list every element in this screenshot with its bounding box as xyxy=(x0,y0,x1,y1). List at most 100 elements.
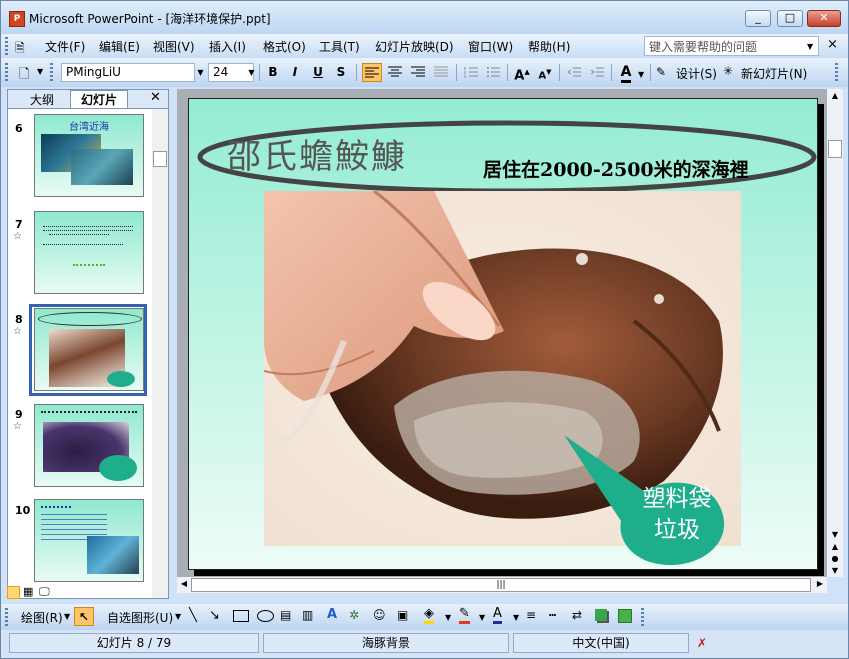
menu-tools[interactable]: 工具(T) xyxy=(319,38,360,55)
line-color-icon[interactable]: ✎ xyxy=(459,607,470,624)
minimize-button[interactable]: _ xyxy=(745,10,771,27)
wordart-icon[interactable]: A xyxy=(327,607,337,622)
slides-pane-scrollbar[interactable] xyxy=(152,109,168,598)
design-button[interactable]: 设计(S) xyxy=(676,65,717,82)
menu-file[interactable]: 文件(F) xyxy=(45,38,85,55)
font-name-dropdown-icon[interactable]: ▼ xyxy=(195,64,206,81)
spelling-status-icon[interactable]: ✗ xyxy=(697,636,707,650)
star-icon[interactable]: ☆ xyxy=(13,231,22,242)
toolbar-grip[interactable] xyxy=(50,63,53,82)
chevron-down-icon[interactable]: ▼ xyxy=(445,613,451,622)
bold-button[interactable]: B xyxy=(263,63,283,82)
toolbar-grip[interactable] xyxy=(835,63,838,82)
decrease-font-size-button[interactable]: A▼ xyxy=(535,63,555,82)
line-icon[interactable]: ╲ xyxy=(189,608,197,623)
new-slide-icon[interactable]: ✳ xyxy=(723,64,733,78)
clipart-icon[interactable]: ☺ xyxy=(373,608,386,622)
toolbar-grip[interactable] xyxy=(5,63,8,82)
tab-slides[interactable]: 幻灯片 xyxy=(70,90,128,108)
vertical-textbox-icon[interactable]: ▥ xyxy=(302,608,313,622)
powerpoint-app-icon[interactable]: P xyxy=(9,11,25,27)
rectangle-icon[interactable] xyxy=(233,610,249,622)
select-objects-button[interactable]: ↖ xyxy=(74,607,94,626)
slide-canvas[interactable]: 邵氏蟾鮟鱇 居住在2000-2500米的深海裡 塑料袋 垃圾 xyxy=(188,98,818,570)
chevron-down-icon[interactable]: ▼ xyxy=(64,612,70,621)
menu-view[interactable]: 视图(V) xyxy=(153,38,195,55)
textbox-icon[interactable]: ▤ xyxy=(280,608,291,622)
line-style-icon[interactable]: ≡ xyxy=(526,608,536,622)
slide-thumbnail-10[interactable] xyxy=(34,499,144,582)
shadow-button[interactable]: S xyxy=(331,63,351,82)
oval-icon[interactable] xyxy=(257,610,274,622)
close-pane-icon[interactable]: ✕ xyxy=(150,90,161,105)
slideshow-view-icon[interactable]: 🖵 xyxy=(39,585,50,599)
decrease-indent-button[interactable] xyxy=(564,63,584,82)
document-icon[interactable]: 🗎 xyxy=(15,39,25,60)
draw-menu-button[interactable]: 绘图(R) xyxy=(21,609,63,626)
font-color-button[interactable]: A xyxy=(616,63,636,83)
align-right-button[interactable] xyxy=(408,63,428,82)
help-search-input[interactable]: 键入需要帮助的问题 xyxy=(644,36,819,56)
scroll-navigation-icons[interactable]: ▼ ▲ ● ▼ xyxy=(827,529,843,577)
arrow-icon[interactable]: ↘ xyxy=(209,608,220,623)
menu-format[interactable]: 格式(O) xyxy=(263,38,306,55)
scrollbar-thumb[interactable] xyxy=(828,140,842,158)
chevron-down-icon[interactable]: ▼ xyxy=(638,70,644,79)
slide-thumbnail-8[interactable] xyxy=(34,308,144,391)
design-icon[interactable]: ✎ xyxy=(656,65,666,79)
menubar-grip[interactable] xyxy=(5,37,8,55)
arrow-style-icon[interactable]: ⇄ xyxy=(572,608,582,622)
menu-help[interactable]: 帮助(H) xyxy=(528,38,570,55)
slide-sorter-view-icon[interactable]: ▦ xyxy=(23,585,33,598)
scroll-left-icon[interactable]: ◀ xyxy=(177,579,191,588)
insert-picture-icon[interactable]: ▣ xyxy=(397,608,408,622)
increase-indent-button[interactable] xyxy=(587,63,607,82)
font-color-icon[interactable]: A xyxy=(493,607,502,624)
align-left-button[interactable] xyxy=(362,63,382,82)
menu-edit[interactable]: 编辑(E) xyxy=(99,38,140,55)
close-window-button[interactable]: ✕ xyxy=(807,10,841,27)
star-icon[interactable]: ☆ xyxy=(13,326,22,337)
slide-vertical-scrollbar[interactable]: ▲ ▼ ▲ ● ▼ xyxy=(827,89,843,577)
chevron-down-icon[interactable]: ▼ xyxy=(175,612,181,621)
scrollbar-thumb[interactable]: ||| xyxy=(191,578,811,592)
toolbar-grip[interactable] xyxy=(5,608,8,626)
menu-slideshow[interactable]: 幻灯片放映(D) xyxy=(375,38,454,55)
font-name-field[interactable]: PMingLiU xyxy=(61,63,195,82)
star-icon[interactable]: ☆ xyxy=(13,421,22,432)
slide-thumbnail-6[interactable]: 台湾近海 xyxy=(34,114,144,197)
close-document-icon[interactable]: × xyxy=(827,37,838,52)
fill-color-icon[interactable]: ◈ xyxy=(424,607,434,624)
maximize-button[interactable]: □ xyxy=(777,10,803,27)
menu-insert[interactable]: 插入(I) xyxy=(209,38,246,55)
tab-outline[interactable]: 大纲 xyxy=(18,91,66,107)
numbering-button[interactable] xyxy=(461,63,481,82)
scroll-right-icon[interactable]: ▶ xyxy=(813,579,827,588)
language-status[interactable]: 中文(中国) xyxy=(513,633,689,653)
shadow-style-icon[interactable] xyxy=(595,609,607,621)
underline-button[interactable]: U xyxy=(308,63,328,82)
bullets-button[interactable] xyxy=(483,63,503,82)
slide-subtitle[interactable]: 居住在2000-2500米的深海裡 xyxy=(483,155,749,182)
3d-style-icon[interactable] xyxy=(618,609,632,623)
increase-font-size-button[interactable]: A▲ xyxy=(512,63,532,83)
autoshapes-button[interactable]: 自选图形(U) xyxy=(107,609,173,626)
chevron-down-icon[interactable]: ▼ xyxy=(479,613,485,622)
new-slide-button[interactable]: 新幻灯片(N) xyxy=(741,65,807,82)
font-size-dropdown-icon[interactable]: ▼ xyxy=(246,64,257,81)
toolbar-grip[interactable] xyxy=(641,608,644,626)
dash-style-icon[interactable]: ┅ xyxy=(549,608,556,622)
callout-text[interactable]: 塑料袋 垃圾 xyxy=(622,484,732,546)
chevron-down-icon[interactable]: ▼ xyxy=(807,42,813,51)
diagram-icon[interactable]: ✲ xyxy=(349,608,359,622)
slide-horizontal-scrollbar[interactable]: ◀ ||| ▶ xyxy=(177,577,827,593)
justify-button[interactable] xyxy=(431,63,451,82)
normal-view-icon[interactable] xyxy=(7,586,20,599)
slide-title[interactable]: 邵氏蟾鮟鱇 xyxy=(227,129,407,178)
italic-button[interactable]: I xyxy=(285,63,305,82)
slide-thumbnail-9[interactable] xyxy=(34,404,144,487)
menu-window[interactable]: 窗口(W) xyxy=(468,38,513,55)
chevron-down-icon[interactable]: ▼ xyxy=(37,67,43,76)
align-center-button[interactable] xyxy=(385,63,405,82)
chevron-down-icon[interactable]: ▼ xyxy=(513,613,519,622)
